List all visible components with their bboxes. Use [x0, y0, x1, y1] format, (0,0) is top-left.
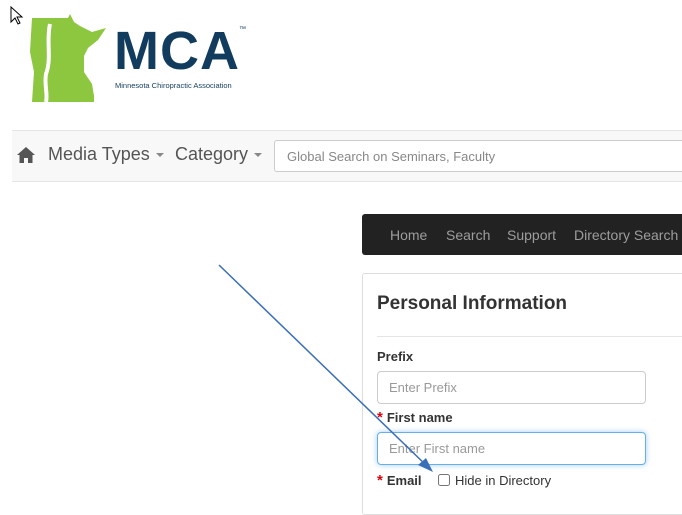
logo-subtitle: Minnesota Chiropractic Association [115, 81, 232, 90]
first-name-input[interactable] [377, 432, 646, 465]
minnesota-shape-icon [30, 14, 106, 103]
email-label: Email [386, 473, 422, 488]
main-navbar: Media Types Category [12, 130, 682, 182]
prefix-label: Prefix [377, 349, 414, 364]
logo-trademark: ™ [239, 26, 246, 33]
top-menu: Home Search Support Directory Search [362, 214, 682, 255]
menu-support-link[interactable]: Support [507, 227, 556, 243]
divider [377, 336, 682, 337]
menu-directory-search-link[interactable]: Directory Search [574, 227, 678, 243]
global-search-input[interactable] [274, 140, 682, 172]
required-asterisk: * [377, 472, 383, 489]
home-icon[interactable] [16, 146, 36, 164]
category-label: Category [175, 144, 249, 164]
mouse-cursor-icon [10, 6, 24, 25]
mca-logo: MCA ™ Minnesota Chiropractic Association [28, 10, 258, 105]
hide-in-directory-label: Hide in Directory [455, 473, 552, 488]
first-name-label: First name [386, 410, 453, 425]
email-label-row: * Email [377, 472, 422, 489]
prefix-input[interactable] [377, 371, 646, 404]
media-types-label: Media Types [48, 144, 150, 164]
media-types-dropdown[interactable]: Media Types [48, 144, 164, 165]
menu-search-link[interactable]: Search [446, 227, 490, 243]
chevron-down-icon [254, 153, 263, 158]
logo-wordmark: MCA [114, 21, 240, 81]
panel-title: Personal Information [377, 293, 568, 314]
first-name-label-row: * First name [377, 409, 453, 426]
chevron-down-icon [155, 153, 164, 158]
category-dropdown[interactable]: Category [175, 144, 263, 165]
hide-in-directory-checkbox[interactable] [438, 474, 450, 486]
menu-home-link[interactable]: Home [390, 227, 427, 243]
required-asterisk: * [377, 409, 383, 426]
personal-information-panel: Personal Information Prefix *First name … [362, 273, 682, 515]
